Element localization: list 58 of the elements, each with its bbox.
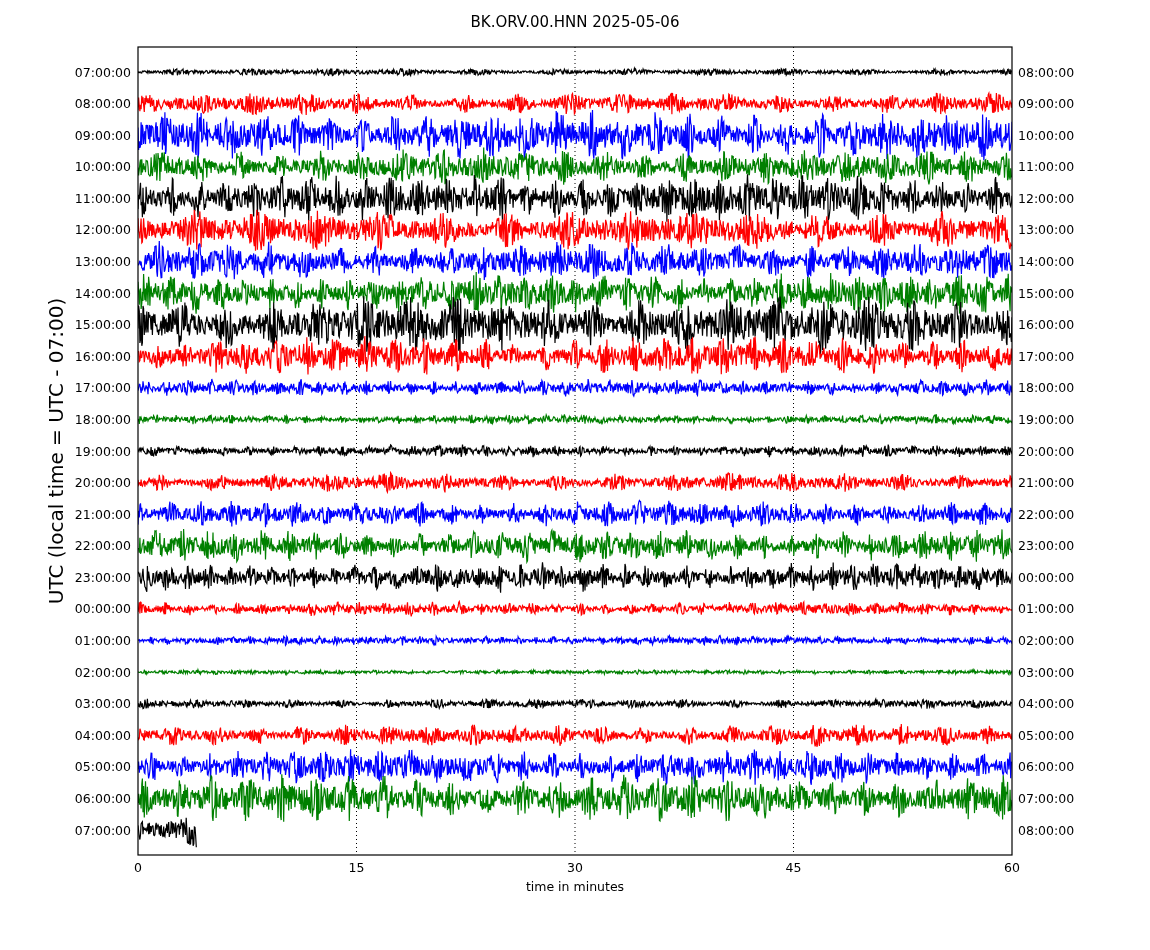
- hour-label: 07:00:00: [1018, 790, 1075, 806]
- hour-label: 21:00:00: [1018, 475, 1075, 491]
- hour-label: 17:00:00: [74, 380, 131, 396]
- hour-label: 05:00:00: [74, 759, 131, 775]
- hour-label: 00:00:00: [1018, 569, 1075, 585]
- hour-label: 14:00:00: [74, 285, 131, 301]
- hour-label: 18:00:00: [74, 411, 131, 427]
- hour-label: 12:00:00: [1018, 190, 1075, 206]
- hour-label: 11:00:00: [74, 190, 131, 206]
- hour-label: 14:00:00: [1018, 254, 1075, 269]
- hour-label: 10:00:00: [1018, 127, 1075, 143]
- hour-label: 00:00:00: [74, 601, 131, 617]
- hour-label: 15:00:00: [1018, 285, 1075, 301]
- hour-label: 07:00:00: [74, 822, 131, 838]
- chart-title: BK.ORV.00.HNN 2025-05-06: [470, 13, 680, 31]
- x-tick-label: 15: [348, 860, 365, 875]
- hour-label: 01:00:00: [74, 633, 131, 648]
- y-axis-label: UTC (local time = UTC - 07:00): [44, 297, 68, 605]
- hour-label: 11:00:00: [1018, 159, 1075, 175]
- x-tick-label: 45: [785, 860, 802, 875]
- hour-label: 02:00:00: [1018, 633, 1075, 648]
- hour-label: 08:00:00: [1018, 64, 1075, 80]
- hour-label: 10:00:00: [74, 159, 131, 175]
- hour-label: 04:00:00: [1018, 696, 1075, 712]
- hour-label: 08:00:00: [1018, 822, 1075, 838]
- hour-label: 15:00:00: [74, 317, 131, 333]
- hour-label: 16:00:00: [1018, 317, 1075, 333]
- hour-label: 20:00:00: [1018, 443, 1075, 459]
- hour-label: 13:00:00: [1018, 222, 1075, 238]
- hour-label: 16:00:00: [74, 348, 131, 364]
- hour-label: 23:00:00: [74, 569, 131, 585]
- hour-label: 09:00:00: [74, 127, 131, 143]
- x-tick-label: 30: [567, 860, 583, 875]
- hour-label: 21:00:00: [74, 506, 131, 522]
- hour-label: 03:00:00: [74, 696, 131, 712]
- hour-label: 09:00:00: [1018, 96, 1075, 112]
- x-axis-label: time in minutes: [525, 879, 625, 894]
- hour-label: 06:00:00: [74, 790, 131, 806]
- hour-label: 12:00:00: [74, 222, 131, 238]
- hour-label: 23:00:00: [1018, 538, 1075, 554]
- hour-label: 19:00:00: [74, 443, 131, 459]
- x-tick-label: 60: [1004, 860, 1020, 875]
- hour-label: 08:00:00: [74, 96, 131, 112]
- hour-label: 22:00:00: [1018, 506, 1075, 522]
- hour-label: 01:00:00: [1018, 601, 1075, 617]
- x-tick-label: 0: [134, 860, 142, 875]
- hour-label: 17:00:00: [1018, 348, 1075, 364]
- hour-label: 05:00:00: [1018, 727, 1075, 743]
- hour-label: 03:00:00: [1018, 664, 1075, 680]
- hour-label: 20:00:00: [74, 475, 131, 491]
- hour-label: 07:00:00: [74, 64, 131, 80]
- hour-label: 13:00:00: [74, 254, 131, 269]
- hour-label: 02:00:00: [74, 664, 131, 680]
- hour-label: 22:00:00: [74, 538, 131, 554]
- hour-label: 18:00:00: [1018, 380, 1075, 396]
- hour-label: 19:00:00: [1018, 411, 1075, 427]
- hour-label: 04:00:00: [74, 727, 131, 743]
- hour-label: 06:00:00: [1018, 759, 1075, 775]
